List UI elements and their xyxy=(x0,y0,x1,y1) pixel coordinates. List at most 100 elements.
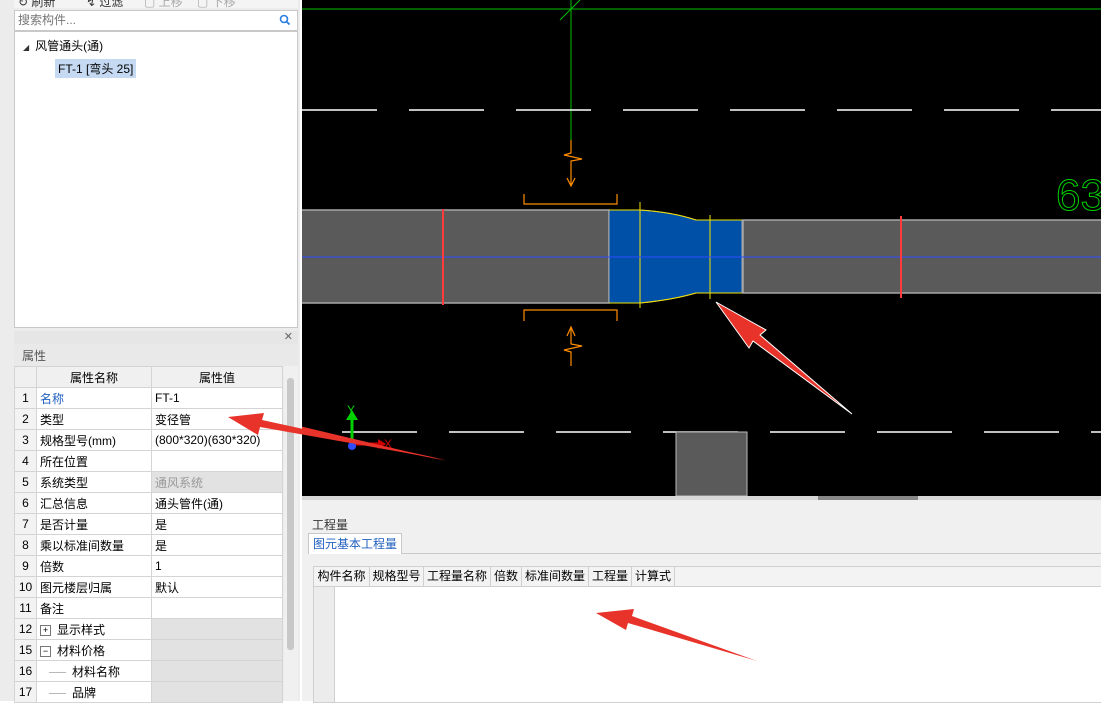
collapse-minus-icon[interactable]: − xyxy=(40,645,51,657)
row-number: 9 xyxy=(14,555,37,577)
property-value[interactable]: 是 xyxy=(151,534,283,556)
row-number: 3 xyxy=(14,429,37,451)
quantities-title: 工程量 xyxy=(312,518,349,532)
property-value xyxy=(151,681,283,703)
refresh-button[interactable]: ↻ 刷新 xyxy=(18,0,55,8)
search-box xyxy=(14,10,298,31)
search-input[interactable] xyxy=(15,11,271,28)
tree-line-icon: ── xyxy=(49,664,67,679)
property-row[interactable]: 9 倍数 1 xyxy=(14,555,283,577)
section-mark-top xyxy=(523,194,618,205)
row-number: 5 xyxy=(14,471,37,493)
row-number: 11 xyxy=(14,597,37,619)
row-number: 16 xyxy=(14,660,37,682)
quantities-row-header xyxy=(314,587,335,702)
col-header-name: 属性名称 xyxy=(36,366,152,388)
expand-triangle-icon[interactable]: ◢ xyxy=(23,43,29,52)
property-value[interactable]: 通头管件(通) xyxy=(151,492,283,514)
annotation-arrow-overlay xyxy=(228,413,446,460)
col-header-quantity-name[interactable]: 工程量名称 xyxy=(424,567,491,586)
property-name: 图元楼层归属 xyxy=(36,576,152,598)
row-number: 8 xyxy=(14,534,37,556)
col-header-value: 属性值 xyxy=(151,366,283,388)
property-name: 备注 xyxy=(36,597,152,619)
col-header-std-room-count[interactable]: 标准间数量 xyxy=(522,567,589,586)
col-header-formula[interactable]: 计算式 xyxy=(632,567,675,586)
row-number: 4 xyxy=(14,450,37,472)
col-header-spec[interactable]: 规格型号 xyxy=(370,567,424,586)
refresh-label: 刷新 xyxy=(31,0,56,8)
annotation-arrow xyxy=(715,301,853,415)
property-value xyxy=(151,639,283,661)
grid-tick xyxy=(559,0,581,21)
component-toolbar: ↻ 刷新 ↯ 过滤 ▢ 上移 ▢ 下移 xyxy=(14,0,298,8)
tree-node-ft1[interactable]: FT-1 [弯头 25] xyxy=(55,59,137,78)
property-row[interactable]: 6 汇总信息 通头管件(通) xyxy=(14,492,283,514)
dimension-text: 63 xyxy=(1056,171,1101,220)
properties-title: 属性 xyxy=(22,349,47,363)
property-value[interactable]: 默认 xyxy=(151,576,283,598)
row-number: 15 xyxy=(14,639,37,661)
tree-node-root[interactable]: ◢ 风管通头(通) xyxy=(23,37,103,54)
property-row[interactable]: 5 系统类型 通风系统 xyxy=(14,471,283,493)
properties-panel-header: ✕ xyxy=(14,331,298,344)
property-name: 系统类型 xyxy=(36,471,152,493)
row-number: 12 xyxy=(14,618,37,640)
property-name: 材料名称 xyxy=(72,664,121,679)
row-number: 1 xyxy=(14,387,37,409)
close-icon[interactable]: ✕ xyxy=(284,330,293,343)
property-row[interactable]: 8 乘以标准间数量是 xyxy=(14,534,283,556)
expand-plus-icon[interactable]: + xyxy=(40,624,51,636)
property-value[interactable]: 1 xyxy=(151,555,283,577)
section-arrow-top xyxy=(563,140,583,188)
property-name: 所在位置 xyxy=(36,450,152,472)
col-header-quantity[interactable]: 工程量 xyxy=(589,567,632,586)
move-up-button[interactable]: ▢ 上移 xyxy=(144,0,183,8)
move-down-label: 下移 xyxy=(211,0,236,8)
section-mark-bottom xyxy=(523,309,618,321)
annotation-arrow-type xyxy=(228,413,446,460)
header-corner xyxy=(14,366,37,388)
property-row[interactable]: 17 ── 品牌 xyxy=(14,681,283,703)
quantities-tabs: 图元基本工程量 xyxy=(308,533,1101,554)
annotation-arrow-icon xyxy=(596,609,757,661)
property-name: 显示样式 xyxy=(57,622,106,637)
property-row-group[interactable]: 15− 材料价格 xyxy=(14,639,283,661)
tree-node-root-label: 风管通头(通) xyxy=(35,39,104,53)
quantities-panel: 工程量 图元基本工程量 构件名称 规格型号 工程量名称 倍数 标准间数量 工程量… xyxy=(302,500,1101,703)
tab-basic-quantities[interactable]: 图元基本工程量 xyxy=(308,533,403,554)
property-name: 名称 xyxy=(36,387,152,409)
structural-column[interactable] xyxy=(675,431,748,497)
search-icon[interactable] xyxy=(278,13,292,27)
property-value[interactable]: 是 xyxy=(151,513,283,535)
tree-node-ft1-label: FT-1 [弯头 25] xyxy=(58,62,134,76)
property-name: 乘以标准间数量 xyxy=(36,534,152,556)
quantities-header-row: 构件名称 规格型号 工程量名称 倍数 标准间数量 工程量 计算式 xyxy=(314,567,1101,587)
property-row-group[interactable]: 12 + 显示样式 xyxy=(14,618,283,640)
move-down-button[interactable]: ▢ 下移 xyxy=(197,0,236,8)
property-row[interactable]: 11 备注 xyxy=(14,597,283,619)
annotation-arrow-quantities xyxy=(596,609,757,661)
col-header-multiple[interactable]: 倍数 xyxy=(491,567,522,586)
property-value xyxy=(151,660,283,682)
property-name: 材料价格 xyxy=(57,643,106,658)
properties-header-row: 属性名称 属性值 xyxy=(14,366,283,388)
tree-line-icon: ── xyxy=(49,685,67,700)
property-value[interactable] xyxy=(151,597,283,619)
filter-button[interactable]: ↯ 过滤 xyxy=(86,0,123,8)
move-up-label: 上移 xyxy=(158,0,183,8)
property-name: 规格型号(mm) xyxy=(36,429,152,451)
row-number: 6 xyxy=(14,492,37,514)
property-row[interactable]: 10 图元楼层归属 默认 xyxy=(14,576,283,598)
property-name: 是否计量 xyxy=(36,513,152,535)
filter-label: 过滤 xyxy=(99,0,124,8)
row-number: 7 xyxy=(14,513,37,535)
property-row[interactable]: 7 是否计量是 xyxy=(14,513,283,535)
property-row[interactable]: 16 ── 材料名称 xyxy=(14,660,283,682)
property-name: 类型 xyxy=(36,408,152,430)
col-header-component-name[interactable]: 构件名称 xyxy=(314,567,370,586)
row-number: 10 xyxy=(14,576,37,598)
properties-title-bar: 属性 xyxy=(14,344,298,366)
section-arrow-bottom xyxy=(563,325,583,366)
property-name: 品牌 xyxy=(72,685,97,700)
